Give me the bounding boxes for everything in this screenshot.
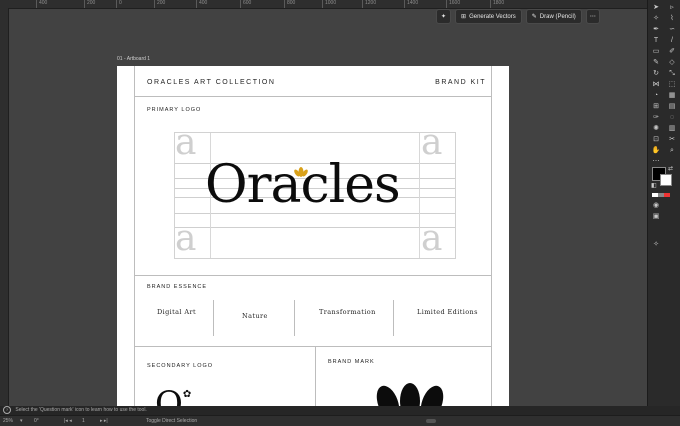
ruler-tick: 600 [240, 0, 251, 8]
section-label: PRIMARY LOGO [147, 107, 202, 113]
divider [213, 300, 214, 336]
graph-tool-icon[interactable]: ▥ [664, 124, 680, 134]
horizontal-ruler: 400 200 0 200 400 600 800 1000 1200 1400… [0, 0, 648, 9]
guide-letter: a [175, 122, 197, 163]
ruler-tick: 200 [154, 0, 165, 8]
default-colors-icon[interactable]: ◧ [651, 182, 657, 189]
brand-kit-label: BRAND KIT [435, 79, 486, 86]
rotate-tool-icon[interactable]: ↻ [648, 69, 664, 79]
essence-item: Digital Art [157, 308, 196, 316]
shape-builder-icon[interactable]: ◔ [648, 91, 664, 101]
width-tool-icon[interactable]: ⋈ [648, 80, 664, 90]
ruler-tick: 1200 [362, 0, 376, 8]
pen-tool-icon[interactable]: ✒ [648, 25, 664, 35]
brand-header: ORACLES ART COLLECTION BRAND KIT [134, 66, 492, 97]
perspective-grid-icon[interactable]: ▦ [664, 91, 680, 101]
ruler-tick: 200 [84, 0, 95, 8]
bottom-bar: 25% ▾ 0° |◂ ◂ 1 ▸ ▸| Toggle Direct Selec… [0, 415, 680, 426]
ruler-tick: 400 [36, 0, 47, 8]
tools-panel: ➤ ▹ ✧ ⌇ ✒ ∽ T / ▭ ✐ ✎ ◇ ↻ ⤡ ⋈ ⬚ ◔ ▦ ⊞ ▤ … [647, 0, 680, 406]
eyedropper-icon[interactable]: ✑ [648, 113, 664, 123]
paintbrush-icon[interactable]: ✐ [664, 47, 680, 57]
essence-item: Transformation [319, 308, 376, 316]
scale-tool-icon[interactable]: ⤡ [664, 69, 680, 79]
ruler-tick: 0 [116, 0, 122, 8]
ruler-tick: 1600 [446, 0, 460, 8]
horizontal-scrollbar[interactable] [426, 419, 436, 423]
collection-title: ORACLES ART COLLECTION [147, 79, 276, 86]
guide-letter: a [421, 218, 443, 259]
shaper-icon[interactable]: ✎ [648, 58, 664, 68]
secondary-logo-panel[interactable]: SECONDARY LOGO O✿ [134, 347, 316, 406]
essence-item: Limited Editions [417, 308, 478, 316]
divider [294, 300, 295, 336]
guide-letter: a [175, 218, 197, 259]
curvature-icon[interactable]: ∽ [664, 25, 680, 35]
ruler-tick: 1800 [490, 0, 504, 8]
lasso-icon[interactable]: ⌇ [664, 14, 680, 24]
type-tool-icon[interactable]: T [648, 36, 664, 46]
draw-pencil-label: Draw (Pencil) [539, 13, 576, 20]
ruler-tick: 1400 [404, 0, 418, 8]
draw-pencil-button[interactable]: ✎ Draw (Pencil) [525, 9, 582, 24]
more-icon: ⋯ [589, 14, 596, 20]
section-label: BRAND MARK [328, 359, 375, 365]
mesh-tool-icon[interactable]: ⊞ [648, 102, 664, 112]
screen-mode-icon[interactable]: ▣ [648, 212, 664, 222]
artboard[interactable]: ORACLES ART COLLECTION BRAND KIT PRIMARY… [117, 66, 509, 406]
artboard-tool-icon[interactable]: ⊡ [648, 135, 664, 145]
sparkle-icon: ✦ [441, 14, 447, 20]
grid-line [419, 133, 420, 258]
selection-tool-icon[interactable]: ➤ [648, 3, 664, 13]
ruler-tick: 800 [284, 0, 295, 8]
pencil-icon: ✎ [531, 14, 537, 20]
generate-icon: ⊞ [461, 14, 467, 20]
status-bar: ? Select the 'Question mark' icon to lea… [0, 406, 680, 415]
zoom-tool-icon[interactable]: ⌕ [664, 146, 680, 156]
draw-mode-icon[interactable]: ◉ [648, 201, 664, 211]
rectangle-tool-icon[interactable]: ▭ [648, 47, 664, 57]
section-label: BRAND ESSENCE [147, 284, 208, 290]
vertical-ruler [0, 8, 9, 406]
secondary-logo-preview: O✿ [155, 384, 192, 406]
generative-tool-icon[interactable]: ✧ [648, 240, 664, 250]
brand-essence-panel[interactable]: BRAND ESSENCE Digital Art Nature Transfo… [134, 276, 492, 347]
contextual-task-bar: ✦ ⊞ Generate Vectors ✎ Draw (Pencil) ⋯ [436, 9, 600, 24]
grid-line [175, 227, 455, 228]
brand-mark-panel[interactable]: BRAND MARK [315, 347, 492, 406]
primary-logo-panel[interactable]: PRIMARY LOGO a a a a Oracles [134, 97, 492, 276]
divider [393, 300, 394, 336]
line-tool-icon[interactable]: / [664, 36, 680, 46]
eraser-icon[interactable]: ◇ [664, 58, 680, 68]
guide-letter: a [421, 122, 443, 163]
symbol-sprayer-icon[interactable]: ✺ [648, 124, 664, 134]
essence-item: Nature [242, 312, 268, 320]
artboard-label: 01 - Artboard 1 [117, 56, 151, 62]
edit-toolbar-icon[interactable]: ⋯ [648, 157, 664, 167]
more-options-button[interactable]: ⋯ [585, 9, 600, 24]
free-transform-icon[interactable]: ⬚ [664, 80, 680, 90]
color-mode-icon[interactable] [652, 193, 670, 197]
status-hint: Select the 'Question mark' icon to learn… [15, 407, 147, 413]
ruler-tick: 1000 [322, 0, 336, 8]
slice-tool-icon[interactable]: ✂ [664, 135, 680, 145]
gradient-tool-icon[interactable]: ▤ [664, 102, 680, 112]
generate-vectors-button[interactable]: ⊞ Generate Vectors [455, 9, 522, 24]
flower-icon [294, 167, 308, 177]
sparkle-button[interactable]: ✦ [436, 9, 452, 24]
brand-mark-icon [376, 383, 444, 406]
direct-selection-tool-icon[interactable]: ▹ [664, 3, 680, 13]
generate-vectors-label: Generate Vectors [469, 13, 516, 20]
section-label: SECONDARY LOGO [147, 363, 214, 369]
stroke-swatch[interactable] [660, 174, 672, 186]
swap-colors-icon[interactable]: ⇄ [668, 165, 673, 172]
ruler-tick: 400 [196, 0, 207, 8]
blend-tool-icon[interactable]: ◌ [664, 113, 680, 123]
magic-wand-icon[interactable]: ✧ [648, 14, 664, 24]
hand-tool-icon[interactable]: ✋ [648, 146, 664, 156]
help-icon[interactable]: ? [3, 406, 11, 414]
